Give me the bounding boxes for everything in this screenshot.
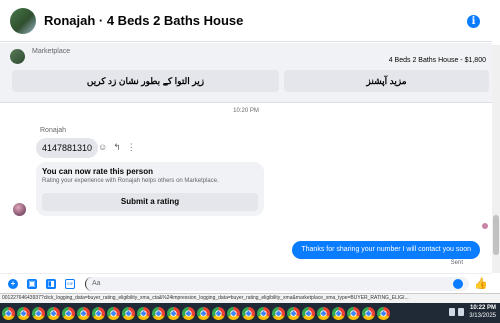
chrome-icon[interactable]	[347, 306, 360, 320]
chrome-icon[interactable]	[47, 306, 60, 320]
status-url: 00122764643937?click_logging_data=buyer_…	[0, 293, 500, 303]
chrome-icon[interactable]	[317, 306, 330, 320]
scrollbar-thumb[interactable]	[493, 215, 499, 255]
chrome-icon[interactable]	[167, 306, 180, 320]
rating-subtext: Rating your experience with Ronajah help…	[42, 178, 219, 184]
clock[interactable]: 10:22 PM 3/13/2025	[469, 304, 496, 320]
taskbar: 10:22 PM 3/13/2025	[0, 303, 500, 323]
listing-title[interactable]: 4 Beds 2 Baths House - $1,800	[0, 57, 492, 64]
emoji-picker-icon[interactable]	[453, 279, 463, 289]
message-actions: ☺ ↰ ⋮	[98, 142, 136, 153]
tray-icon[interactable]	[458, 308, 465, 316]
message-input[interactable]: Aa	[85, 277, 469, 291]
chrome-icon[interactable]	[257, 306, 270, 320]
chrome-icon[interactable]	[377, 306, 390, 320]
message-composer: + ▣ ◨ GIF Aa 👍	[0, 273, 492, 293]
message-thread: 10:20 PM Ronajah 4147881310 ☺ ↰ ⋮ You ca…	[0, 103, 492, 273]
chrome-icon[interactable]	[212, 306, 225, 320]
chrome-icon[interactable]	[227, 306, 240, 320]
sender-avatar[interactable]	[13, 203, 26, 216]
conversation-header: Ronajah · 4 Beds 2 Baths House i	[0, 0, 492, 42]
chrome-icon[interactable]	[92, 306, 105, 320]
seen-avatar	[482, 223, 488, 229]
chrome-icon[interactable]	[62, 306, 75, 320]
conversation-title[interactable]: Ronajah · 4 Beds 2 Baths House	[44, 13, 243, 28]
emoji-icon[interactable]: ☺	[98, 142, 107, 153]
chrome-icon[interactable]	[122, 306, 135, 320]
clock-date: 3/13/2025	[469, 313, 496, 319]
chrome-icon[interactable]	[2, 306, 15, 320]
more-options-button[interactable]: مزید آپشنز	[284, 70, 489, 92]
gif-icon[interactable]: GIF	[65, 278, 75, 289]
sent-status: Sent	[450, 260, 463, 266]
chrome-icon[interactable]	[152, 306, 165, 320]
sender-name: Ronajah	[40, 127, 67, 134]
chrome-icon[interactable]	[137, 306, 150, 320]
reply-icon[interactable]: ↰	[113, 142, 121, 153]
marketplace-label: Marketplace	[32, 48, 71, 55]
tray-icon[interactable]	[449, 308, 456, 316]
like-icon[interactable]: 👍	[474, 277, 488, 290]
rating-heading: You can now rate this person	[42, 167, 153, 176]
mark-as-pending-button[interactable]: زیر التوا کے بطور نشان زد کریں	[12, 70, 279, 92]
chrome-icon[interactable]	[182, 306, 195, 320]
rating-card: You can now rate this person Rating your…	[36, 162, 264, 216]
chrome-icon[interactable]	[32, 306, 45, 320]
image-icon[interactable]: ▣	[27, 278, 37, 289]
submit-rating-button[interactable]: Submit a rating	[42, 193, 258, 211]
info-icon[interactable]: i	[467, 15, 480, 28]
clock-time: 10:22 PM	[469, 305, 496, 311]
taskbar-apps	[0, 306, 390, 320]
chrome-icon[interactable]	[287, 306, 300, 320]
chrome-icon[interactable]	[242, 306, 255, 320]
sticker-icon[interactable]: ◨	[46, 278, 56, 289]
listing-avatar[interactable]	[10, 7, 36, 34]
marketplace-banner: Marketplace 4 Beds 2 Baths House - $1,80…	[0, 43, 492, 103]
sent-message-bubble[interactable]: Thanks for sharing your number I will co…	[292, 241, 480, 259]
chrome-icon[interactable]	[362, 306, 375, 320]
system-tray: 10:22 PM 3/13/2025	[449, 304, 496, 320]
received-message-bubble[interactable]: 4147881310	[36, 138, 99, 158]
plus-icon[interactable]: +	[8, 278, 18, 289]
scrollbar[interactable]	[492, 45, 500, 273]
chrome-icon[interactable]	[272, 306, 285, 320]
chrome-icon[interactable]	[197, 306, 210, 320]
chrome-icon[interactable]	[77, 306, 90, 320]
message-timestamp: 10:20 PM	[233, 108, 259, 114]
chrome-icon[interactable]	[332, 306, 345, 320]
chrome-icon[interactable]	[17, 306, 30, 320]
chrome-icon[interactable]	[302, 306, 315, 320]
chrome-icon[interactable]	[107, 306, 120, 320]
more-icon[interactable]: ⋮	[127, 142, 136, 153]
